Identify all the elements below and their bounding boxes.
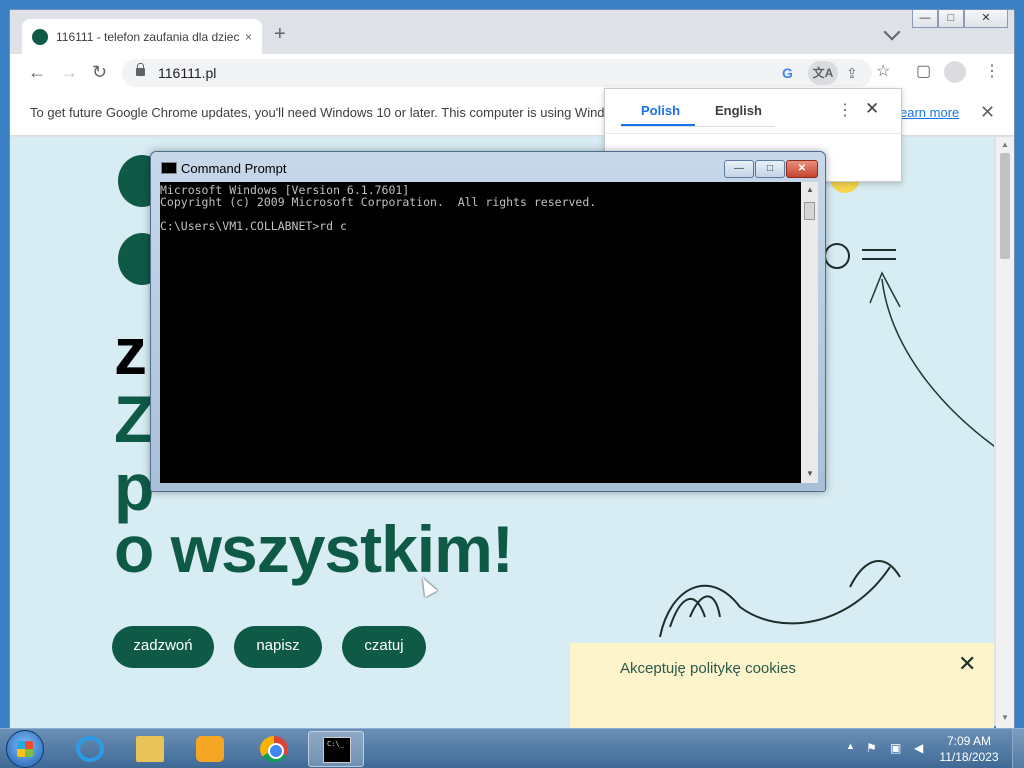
tab-search-chevron-icon[interactable] <box>883 23 901 41</box>
active-tab-indicator <box>621 124 695 126</box>
command-prompt-window[interactable]: Command Prompt — □ ✕ Microsoft Windows [… <box>150 151 826 492</box>
new-tab-button[interactable]: + <box>274 24 286 44</box>
taskbar-windows-explorer[interactable] <box>122 731 178 767</box>
translate-close-icon[interactable]: ✕ <box>865 99 879 119</box>
console-text[interactable]: Microsoft Windows [Version 6.1.7601] Cop… <box>160 184 596 232</box>
chat-button[interactable]: czatuj <box>342 626 426 668</box>
write-button[interactable]: napisz <box>234 626 322 668</box>
minimize-button[interactable]: — <box>912 10 938 28</box>
arrow-illustration <box>869 271 994 447</box>
url-text[interactable]: 116111.pl <box>158 65 216 81</box>
cmd-close-button[interactable]: ✕ <box>786 160 818 178</box>
tray-expand-icon[interactable]: ▲ <box>846 741 855 751</box>
browser-tab[interactable]: 116111 - telefon zaufania dla dzieci × <box>22 19 262 54</box>
action-center-flag-icon[interactable]: ⚑ <box>866 741 877 755</box>
close-button[interactable]: ✕ <box>964 10 1008 28</box>
clock-date: 11/18/2023 <box>939 750 999 764</box>
hands-illustration <box>659 560 901 638</box>
translate-tab-polish[interactable]: Polish <box>641 103 680 118</box>
hero-line: o wszystkim! <box>114 512 514 586</box>
back-icon[interactable]: ← <box>28 62 46 82</box>
learn-more-link[interactable]: earn more <box>900 105 959 120</box>
cmd-window-controls: — □ ✕ <box>723 160 818 178</box>
tab-title: 116111 - telefon zaufania dla dzieci <box>56 29 239 44</box>
hero-line: Z <box>114 382 154 456</box>
google-lens-icon[interactable]: G <box>782 65 793 81</box>
bookmark-star-icon[interactable]: ☆ <box>876 62 890 82</box>
folder-icon <box>136 736 164 762</box>
popup-divider <box>605 133 901 134</box>
chrome-icon <box>260 736 288 762</box>
forward-icon[interactable]: → <box>60 62 78 82</box>
account-icon[interactable] <box>824 243 850 269</box>
translate-options-icon[interactable]: ⋮ <box>837 100 853 120</box>
translate-tab-english[interactable]: English <box>715 103 762 118</box>
system-clock[interactable]: 7:09 AM 11/18/2023 <box>938 733 1000 765</box>
profile-avatar-icon[interactable] <box>944 61 966 83</box>
cmd-scroll-thumb[interactable] <box>804 202 815 220</box>
cookie-close-icon[interactable]: ✕ <box>958 653 976 675</box>
maximize-button[interactable]: □ <box>938 10 964 28</box>
taskbar-media-player[interactable] <box>182 731 238 767</box>
tab-strip: 116111 - telefon zaufania dla dzieci × +… <box>10 10 1014 54</box>
side-panel-icon[interactable]: ▢ <box>916 62 931 82</box>
infobar-close-icon[interactable]: ✕ <box>980 102 995 123</box>
cmd-title: Command Prompt <box>181 161 287 176</box>
cmd-scroll-up-icon[interactable]: ▲ <box>806 185 814 194</box>
share-icon[interactable]: ⇪ <box>846 65 858 82</box>
infobar-message: To get future Google Chrome updates, you… <box>30 105 605 120</box>
translate-icon[interactable]: 文A <box>808 61 838 85</box>
cmd-scroll-down-icon[interactable]: ▼ <box>806 469 814 478</box>
cookie-banner: Akceptuję politykę cookies ✕ <box>570 643 994 728</box>
windows-taskbar: ▲ ⚑ ▣ ◀ 7:09 AM 11/18/2023 <box>0 728 1024 768</box>
start-button[interactable] <box>6 730 44 768</box>
command-prompt-icon <box>323 737 351 763</box>
internet-explorer-icon <box>76 736 104 762</box>
taskbar-internet-explorer[interactable] <box>62 731 118 767</box>
hero-line: z <box>114 314 147 388</box>
volume-muted-icon[interactable]: ◀ <box>914 741 923 755</box>
window-controls: — □ ✕ <box>912 10 1008 28</box>
scroll-thumb[interactable] <box>1000 153 1010 259</box>
media-player-icon <box>196 736 224 762</box>
address-bar[interactable]: 116111.pl G 文A ⇪ <box>122 59 872 87</box>
cookie-accept-text[interactable]: Akceptuję politykę cookies <box>620 660 796 677</box>
cmd-window-icon <box>161 162 177 174</box>
taskbar-command-prompt[interactable] <box>308 731 364 767</box>
browser-toolbar: ← → ↻ 116111.pl G 文A ⇪ ☆ ▢ ⋮ <box>10 54 1014 90</box>
chrome-menu-icon[interactable]: ⋮ <box>984 62 1000 82</box>
site-favicon-icon <box>32 28 48 45</box>
page-scrollbar[interactable]: ▲ ▼ <box>996 137 1014 728</box>
taskbar-google-chrome[interactable] <box>246 731 302 767</box>
show-desktop-button[interactable] <box>1012 729 1024 768</box>
cmd-console[interactable]: Microsoft Windows [Version 6.1.7601] Cop… <box>160 182 801 483</box>
cmd-minimize-button[interactable]: — <box>724 160 754 178</box>
clock-time: 7:09 AM <box>946 734 992 748</box>
network-icon[interactable]: ▣ <box>890 741 901 755</box>
scroll-up-icon[interactable]: ▲ <box>1001 140 1009 149</box>
scroll-down-icon[interactable]: ▼ <box>1001 713 1009 722</box>
lock-icon[interactable] <box>136 63 145 76</box>
tab-close-icon[interactable]: × <box>245 30 252 44</box>
cmd-scrollbar[interactable]: ▲ ▼ <box>801 182 818 483</box>
cmd-maximize-button[interactable]: □ <box>755 160 785 178</box>
call-button[interactable]: zadzwoń <box>112 626 214 668</box>
hamburger-menu-icon[interactable] <box>862 249 896 267</box>
reload-icon[interactable]: ↻ <box>92 62 107 82</box>
tab-baseline <box>621 126 775 127</box>
